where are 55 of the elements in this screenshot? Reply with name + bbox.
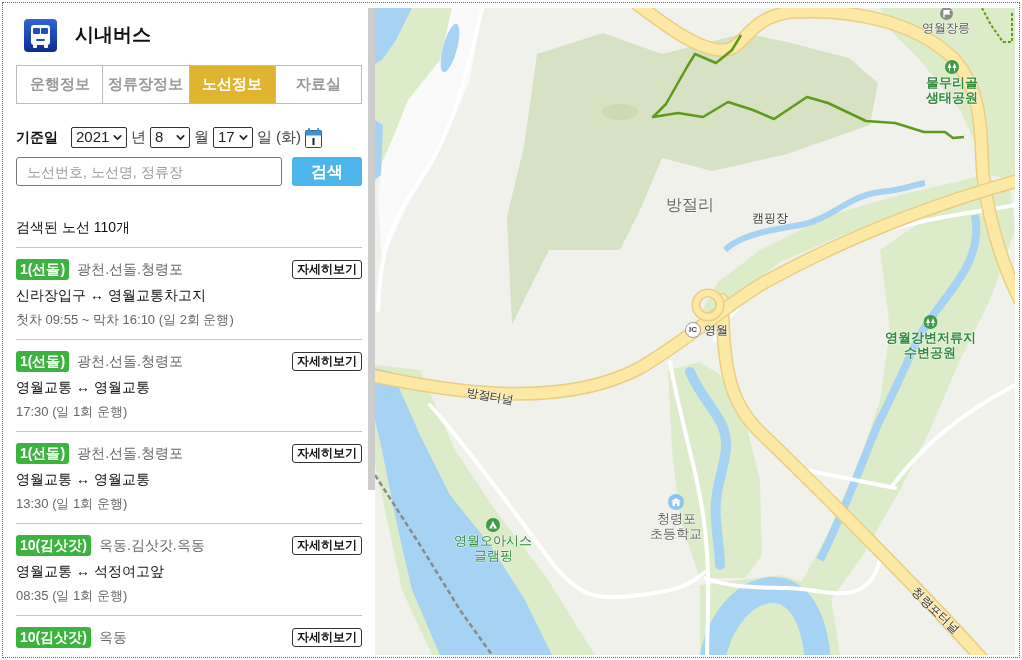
lake: [440, 23, 460, 73]
app-title: 시내버스: [75, 23, 151, 48]
route-number-badge: 1(선돌): [16, 442, 70, 464]
date-unit-label: 년: [131, 127, 146, 148]
year-select[interactable]: 2021: [71, 127, 127, 148]
route-stops-text: 광천.선돌.청령포: [77, 443, 183, 463]
campsite-label: 영월오아시스 글램핑: [454, 533, 532, 563]
date-unit-label: 일: [257, 127, 272, 148]
schedule-text: 08:35 (일 1회 운행): [16, 587, 129, 605]
day-select[interactable]: 17: [213, 127, 253, 148]
facility-label: 캠핑장: [752, 211, 788, 226]
route-endpoints-text: 영월교통 ↔ 영월교통: [16, 378, 151, 397]
park-label: 물무리골 생태공원: [926, 75, 978, 105]
route-endpoints-text: 영월교통 ↔ 영월교통: [16, 470, 151, 489]
tree-icon: [945, 60, 959, 74]
schedule-text: 첫차 09:55 ~ 막차 16:10 (일 2회 운행): [16, 311, 235, 329]
detail-button[interactable]: 자세히보기: [292, 535, 362, 555]
date-unit-label: 월: [194, 127, 209, 148]
route-number-badge: 10(김삿갓): [16, 626, 91, 648]
place-name-label: 방절리: [666, 197, 714, 212]
route-stops-text: 광천.선돌.청령포: [77, 351, 183, 371]
search-field[interactable]: 노선번호, 노선명, 정류장: [16, 157, 282, 186]
route-endpoints-text: 영월교통 ↔ 석정여고앞: [16, 562, 165, 581]
month-select[interactable]: 8: [150, 127, 190, 148]
route-number-badge: 1(선돌): [16, 350, 70, 372]
bus-icon: [24, 19, 57, 52]
building-icon: [668, 494, 684, 510]
interchange-loop: [691, 288, 725, 322]
flag-icon: [939, 8, 953, 20]
detail-button[interactable]: 자세히보기: [292, 351, 362, 371]
schedule-text: 13:30 (일 1회 운행): [16, 495, 129, 513]
route-stops-text: 옥동: [98, 627, 127, 647]
road-name-label: 방절터널: [465, 384, 515, 409]
route-stops-text: 광천.선돌.청령포: [77, 259, 183, 279]
weekday-label: (화): [276, 127, 301, 148]
detail-button[interactable]: 자세히보기: [292, 443, 362, 463]
scrollbar-thumb[interactable]: [368, 8, 375, 490]
route-number-badge: 1(선돌): [16, 258, 70, 280]
interchange-label: 영월: [704, 322, 728, 338]
route-stops-text: 옥동.김삿갓.옥동: [98, 535, 205, 555]
river: [375, 8, 412, 64]
schedule-text: 17:30 (일 1회 운행): [16, 403, 129, 421]
tree-icon: [923, 315, 937, 329]
school-label: 청령포 초등학교: [650, 511, 702, 541]
route-number-badge: 10(김삿갓): [16, 534, 91, 556]
detail-button[interactable]: 자세히보기: [292, 259, 362, 279]
calendar-icon[interactable]: [305, 127, 322, 148]
result-count-text: 검색된 노선 110개: [16, 218, 132, 237]
tent-icon: [486, 518, 500, 532]
route-endpoints-text: 신라장입구 ↔ 영월교통차고지: [16, 286, 207, 305]
detail-button[interactable]: 자세히보기: [292, 627, 362, 647]
landmark-label: 영월장릉: [922, 21, 970, 36]
date-label: 기준일: [16, 128, 58, 147]
park-label: 영월강변저류지 수변공원: [884, 330, 976, 360]
hiking-trail: [981, 8, 1013, 43]
